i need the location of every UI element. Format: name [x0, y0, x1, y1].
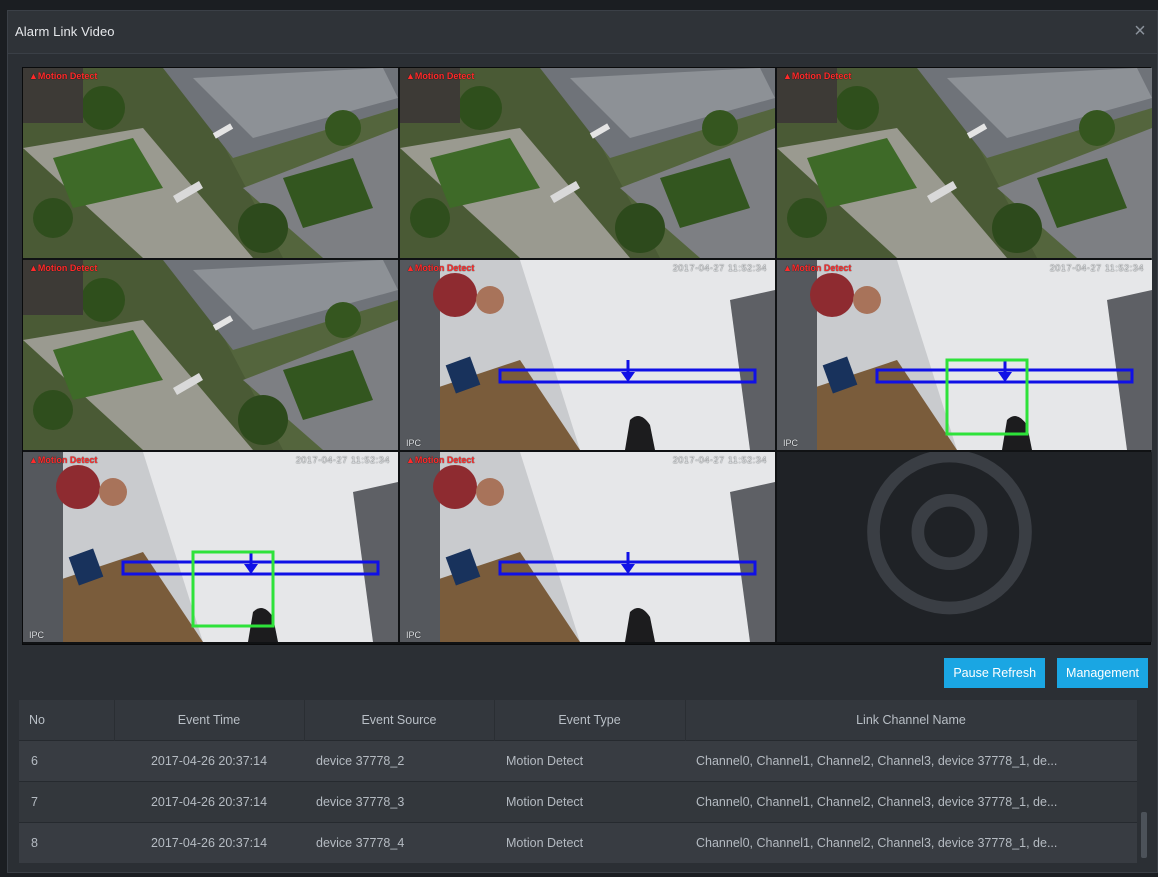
- video-tile[interactable]: ▲Motion Detect 2017-04-27 11:52:34 IPC: [400, 452, 775, 642]
- video-tile[interactable]: ▲Motion Detect: [400, 68, 775, 258]
- pause-refresh-button[interactable]: Pause Refresh: [944, 658, 1046, 688]
- osd-timestamp: 2017-04-27 11:52:34: [1049, 263, 1144, 273]
- motion-detect-tag: ▲Motion Detect: [783, 71, 852, 81]
- cell-no: 7: [19, 781, 114, 823]
- cell-event-type: Motion Detect: [494, 740, 685, 782]
- cell-event-time: 2017-04-26 20:37:14: [114, 781, 304, 823]
- indoor-camera-feed: [400, 452, 775, 642]
- osd-channel-label: IPC: [783, 438, 799, 448]
- table-row[interactable]: 6 2017-04-26 20:37:14 device 37778_2 Mot…: [19, 740, 1137, 782]
- cell-link-channel-name: Channel0, Channel1, Channel2, Channel3, …: [685, 740, 1137, 782]
- motion-detect-tag: ▲Motion Detect: [783, 263, 852, 273]
- video-grid: ▲Motion Detect ▲Motion Detect ▲Motion Dete…: [22, 67, 1152, 645]
- aerial-camera-feed: [777, 68, 1152, 258]
- table-row[interactable]: 7 2017-04-26 20:37:14 device 37778_3 Mot…: [19, 781, 1137, 823]
- indoor-camera-feed: [777, 260, 1152, 450]
- alarm-link-video-dialog: Alarm Link Video × ▲Motion Detect ▲Motion…: [7, 10, 1158, 873]
- osd-channel-label: IPC: [406, 630, 422, 640]
- cell-event-source: device 37778_2: [304, 740, 494, 782]
- motion-detect-tag: ▲Motion Detect: [406, 455, 475, 465]
- column-header-event-source[interactable]: Event Source: [304, 700, 495, 741]
- video-tile[interactable]: [777, 452, 1152, 642]
- column-header-no[interactable]: No: [19, 700, 115, 741]
- osd-timestamp: 2017-04-27 11:52:34: [295, 455, 390, 465]
- video-tile[interactable]: ▲Motion Detect 2017-04-27 11:52:34 IPC: [400, 260, 775, 450]
- cell-no: 8: [19, 822, 114, 863]
- cell-event-time: 2017-04-26 20:37:14: [114, 740, 304, 782]
- title-bar: Alarm Link Video ×: [8, 11, 1157, 54]
- motion-detect-tag: ▲Motion Detect: [406, 263, 475, 273]
- osd-timestamp: 2017-04-27 11:52:34: [672, 455, 767, 465]
- video-tile[interactable]: ▲Motion Detect 2017-04-27 11:52:34 IPC: [777, 260, 1152, 450]
- event-table-container: No Event Time Event Source Event Type Li…: [19, 700, 1148, 864]
- cell-event-type: Motion Detect: [494, 781, 685, 823]
- indoor-camera-feed: [23, 452, 398, 642]
- column-header-event-type[interactable]: Event Type: [494, 700, 686, 741]
- video-tile[interactable]: ▲Motion Detect: [23, 260, 398, 450]
- event-table: No Event Time Event Source Event Type Li…: [19, 700, 1138, 863]
- osd-channel-label: IPC: [406, 438, 422, 448]
- video-tile[interactable]: ▲Motion Detect: [23, 68, 398, 258]
- cell-no: 6: [19, 740, 114, 782]
- dialog-title: Alarm Link Video: [15, 24, 115, 39]
- motion-detect-tag: ▲Motion Detect: [29, 263, 98, 273]
- action-bar: Pause Refresh Management: [944, 658, 1148, 688]
- osd-channel-label: IPC: [29, 630, 45, 640]
- table-row[interactable]: 8 2017-04-26 20:37:14 device 37778_4 Mot…: [19, 822, 1137, 863]
- camera-placeholder-icon: [867, 452, 1032, 615]
- video-tile[interactable]: ▲Motion Detect: [777, 68, 1152, 258]
- cell-link-channel-name: Channel0, Channel1, Channel2, Channel3, …: [685, 781, 1137, 823]
- aerial-camera-feed: [400, 68, 775, 258]
- close-icon[interactable]: ×: [1129, 20, 1151, 42]
- column-header-event-time[interactable]: Event Time: [114, 700, 305, 741]
- video-tile[interactable]: ▲Motion Detect 2017-04-27 11:52:34 IPC: [23, 452, 398, 642]
- column-header-link-channel-name[interactable]: Link Channel Name: [685, 700, 1138, 741]
- cell-link-channel-name: Channel0, Channel1, Channel2, Channel3, …: [685, 822, 1137, 863]
- motion-detect-tag: ▲Motion Detect: [406, 71, 475, 81]
- motion-detect-tag: ▲Motion Detect: [29, 71, 98, 81]
- table-scrollbar-thumb[interactable]: [1141, 812, 1147, 858]
- aerial-camera-feed: [23, 68, 398, 258]
- cell-event-time: 2017-04-26 20:37:14: [114, 822, 304, 863]
- cell-event-type: Motion Detect: [494, 822, 685, 863]
- aerial-camera-feed: [23, 260, 398, 450]
- indoor-camera-feed: [400, 260, 775, 450]
- osd-timestamp: 2017-04-27 11:52:34: [672, 263, 767, 273]
- motion-detect-tag: ▲Motion Detect: [29, 455, 98, 465]
- cell-event-source: device 37778_4: [304, 822, 494, 863]
- cell-event-source: device 37778_3: [304, 781, 494, 823]
- management-button[interactable]: Management: [1057, 658, 1148, 688]
- table-header-row: No Event Time Event Source Event Type Li…: [19, 700, 1138, 741]
- table-scrollbar[interactable]: [1140, 740, 1148, 860]
